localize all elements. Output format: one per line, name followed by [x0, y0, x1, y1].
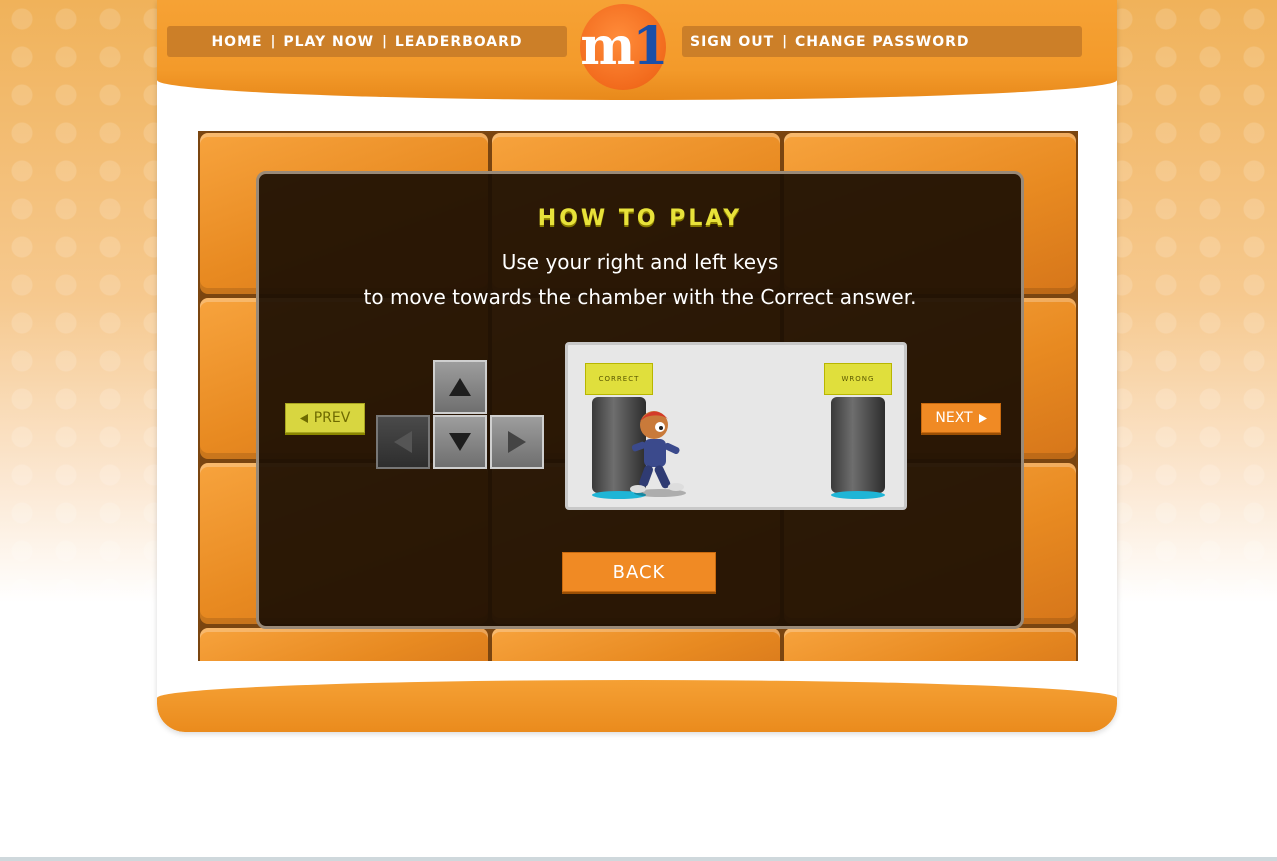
instruction-line-2: to move towards the chamber with the Cor… — [363, 285, 917, 309]
arrow-left-key-icon — [376, 415, 430, 469]
correct-sign: CORRECT — [585, 363, 653, 395]
gameplay-demo: CORRECT WRONG — [565, 342, 907, 510]
main-nav: HOME | PLAY NOW | LEADERBOARD — [167, 26, 567, 57]
logo-1: 1 — [632, 16, 668, 77]
next-button-label: NEXT — [935, 410, 973, 426]
prev-button-label: PREV — [313, 410, 351, 426]
change-password-link[interactable]: CHANGE PASSWORD — [795, 34, 970, 50]
prev-triangle-icon — [299, 413, 308, 423]
next-triangle-icon — [978, 413, 987, 423]
back-button-label: BACK — [612, 561, 666, 583]
game-tile — [200, 628, 488, 661]
prev-button[interactable]: PREV — [285, 403, 365, 433]
sign-out-link[interactable]: SIGN OUT — [690, 34, 774, 50]
wrong-sign: WRONG — [824, 363, 892, 395]
logo-m: m — [580, 16, 635, 77]
arrow-right-key-icon — [490, 415, 544, 469]
arrow-down-key-icon — [433, 415, 487, 469]
how-to-play-panel: HOW TO PLAY Use your right and left keys… — [256, 171, 1024, 629]
nav-separator: | — [270, 34, 276, 49]
m1-logo[interactable]: m1 — [580, 4, 669, 90]
back-button[interactable]: BACK — [562, 552, 716, 592]
game-tile — [492, 628, 780, 661]
nav-home-link[interactable]: HOME — [211, 34, 262, 50]
wrong-chamber — [831, 397, 885, 499]
how-to-play-title: HOW TO PLAY — [537, 206, 743, 231]
arrow-up-key-icon — [433, 360, 487, 414]
next-button[interactable]: NEXT — [921, 403, 1001, 433]
nav-play-now-link[interactable]: PLAY NOW — [283, 34, 374, 50]
runner-character-icon — [630, 411, 686, 497]
game-area: HOW TO PLAY Use your right and left keys… — [198, 131, 1078, 661]
footer-bar — [157, 680, 1117, 732]
nav-separator: | — [782, 34, 787, 49]
page-bottom-strip — [0, 857, 1277, 861]
account-nav: SIGN OUT | CHANGE PASSWORD — [682, 26, 1082, 57]
instruction-line-1: Use your right and left keys — [501, 250, 779, 274]
nav-separator: | — [382, 34, 387, 49]
nav-leaderboard-link[interactable]: LEADERBOARD — [395, 34, 523, 50]
main-frame: HOME | PLAY NOW | LEADERBOARD m1 SIGN OU… — [157, 0, 1117, 732]
game-tile — [784, 628, 1076, 661]
